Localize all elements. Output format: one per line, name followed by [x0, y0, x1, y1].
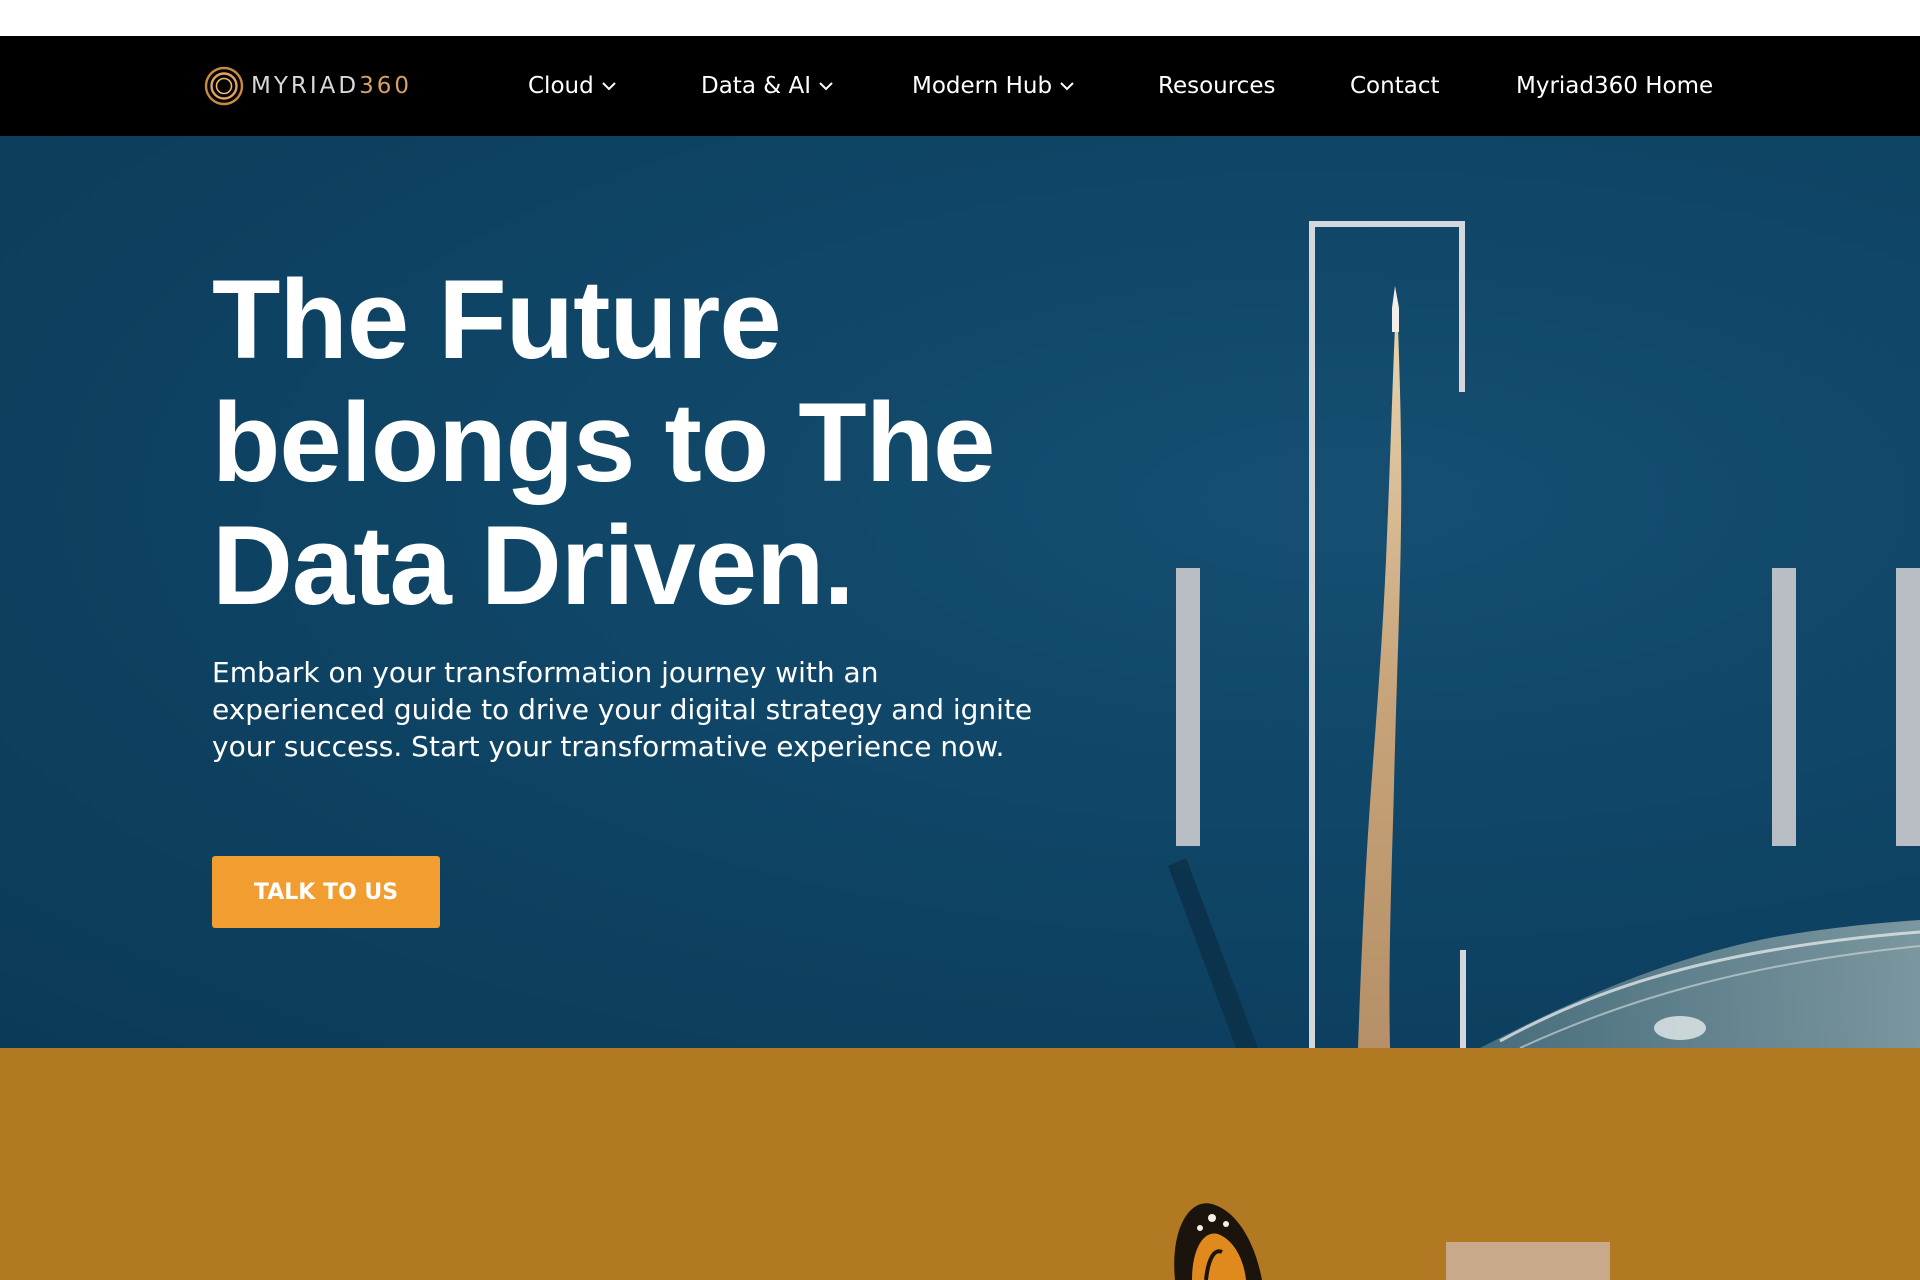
- hero-headline: The Future belongs to The Data Driven.: [212, 258, 1112, 627]
- myriad360-ring-logo-icon: [204, 66, 244, 106]
- decorative-bar-right: [1896, 568, 1920, 846]
- nav-item-label: Myriad360 Home: [1516, 73, 1714, 99]
- feature-section: [0, 1048, 1920, 1280]
- hero-headline-line: Data Driven.: [212, 503, 855, 628]
- hero-subtitle-line: Embark on your transformation journey wi…: [212, 656, 879, 689]
- nav-item-label: Data & AI: [701, 73, 811, 99]
- logo-wordmark-number: 360: [359, 73, 413, 99]
- main-navigation-bar: MYRIAD360 Cloud Data & AI Modern Hub Res…: [0, 36, 1920, 136]
- decorative-bar-left: [1176, 568, 1200, 846]
- rocket-body: [1392, 286, 1399, 332]
- rocket-shadow: [1168, 858, 1258, 1048]
- nav-item-myriad360-home[interactable]: Myriad360 Home: [1516, 68, 1713, 104]
- nav-item-contact[interactable]: Contact: [1350, 68, 1439, 104]
- chevron-down-icon: [819, 82, 833, 91]
- logo-wordmark: MYRIAD360: [251, 73, 412, 99]
- talk-to-us-button[interactable]: TALK TO US: [212, 856, 440, 928]
- decorative-bar-middle: [1772, 568, 1796, 846]
- hero-headline-line: belongs to The: [212, 380, 995, 505]
- rocket-exhaust-plume: [1358, 326, 1402, 1048]
- hero-subtitle-line: experienced guide to drive your digital …: [212, 693, 1033, 726]
- nav-item-label: Contact: [1350, 73, 1440, 99]
- hero-headline-line: The Future: [212, 257, 782, 382]
- butterfly-photo: [1174, 1203, 1610, 1280]
- decorative-block: [1446, 1242, 1610, 1280]
- logo-wordmark-main: MYRIAD: [251, 73, 360, 99]
- chevron-down-icon: [1060, 82, 1074, 91]
- nav-item-label: Cloud: [528, 73, 594, 99]
- nav-item-label: Modern Hub: [912, 73, 1053, 99]
- hero-section: The Future belongs to The Data Driven. E…: [0, 136, 1920, 1048]
- nav-item-data-ai[interactable]: Data & AI: [701, 68, 833, 104]
- top-whitespace: [0, 0, 1920, 36]
- nav-item-modern-hub[interactable]: Modern Hub: [912, 68, 1074, 104]
- hero-subtitle-line: your success. Start your transformative …: [212, 730, 1005, 763]
- nav-item-label: Resources: [1158, 73, 1276, 99]
- nav-item-cloud[interactable]: Cloud: [528, 68, 616, 104]
- site-logo-link[interactable]: MYRIAD360: [204, 66, 412, 106]
- chevron-down-icon: [601, 82, 616, 91]
- nav-item-resources[interactable]: Resources: [1158, 68, 1275, 104]
- hero-subtitle: Embark on your transformation journey wi…: [212, 654, 1032, 765]
